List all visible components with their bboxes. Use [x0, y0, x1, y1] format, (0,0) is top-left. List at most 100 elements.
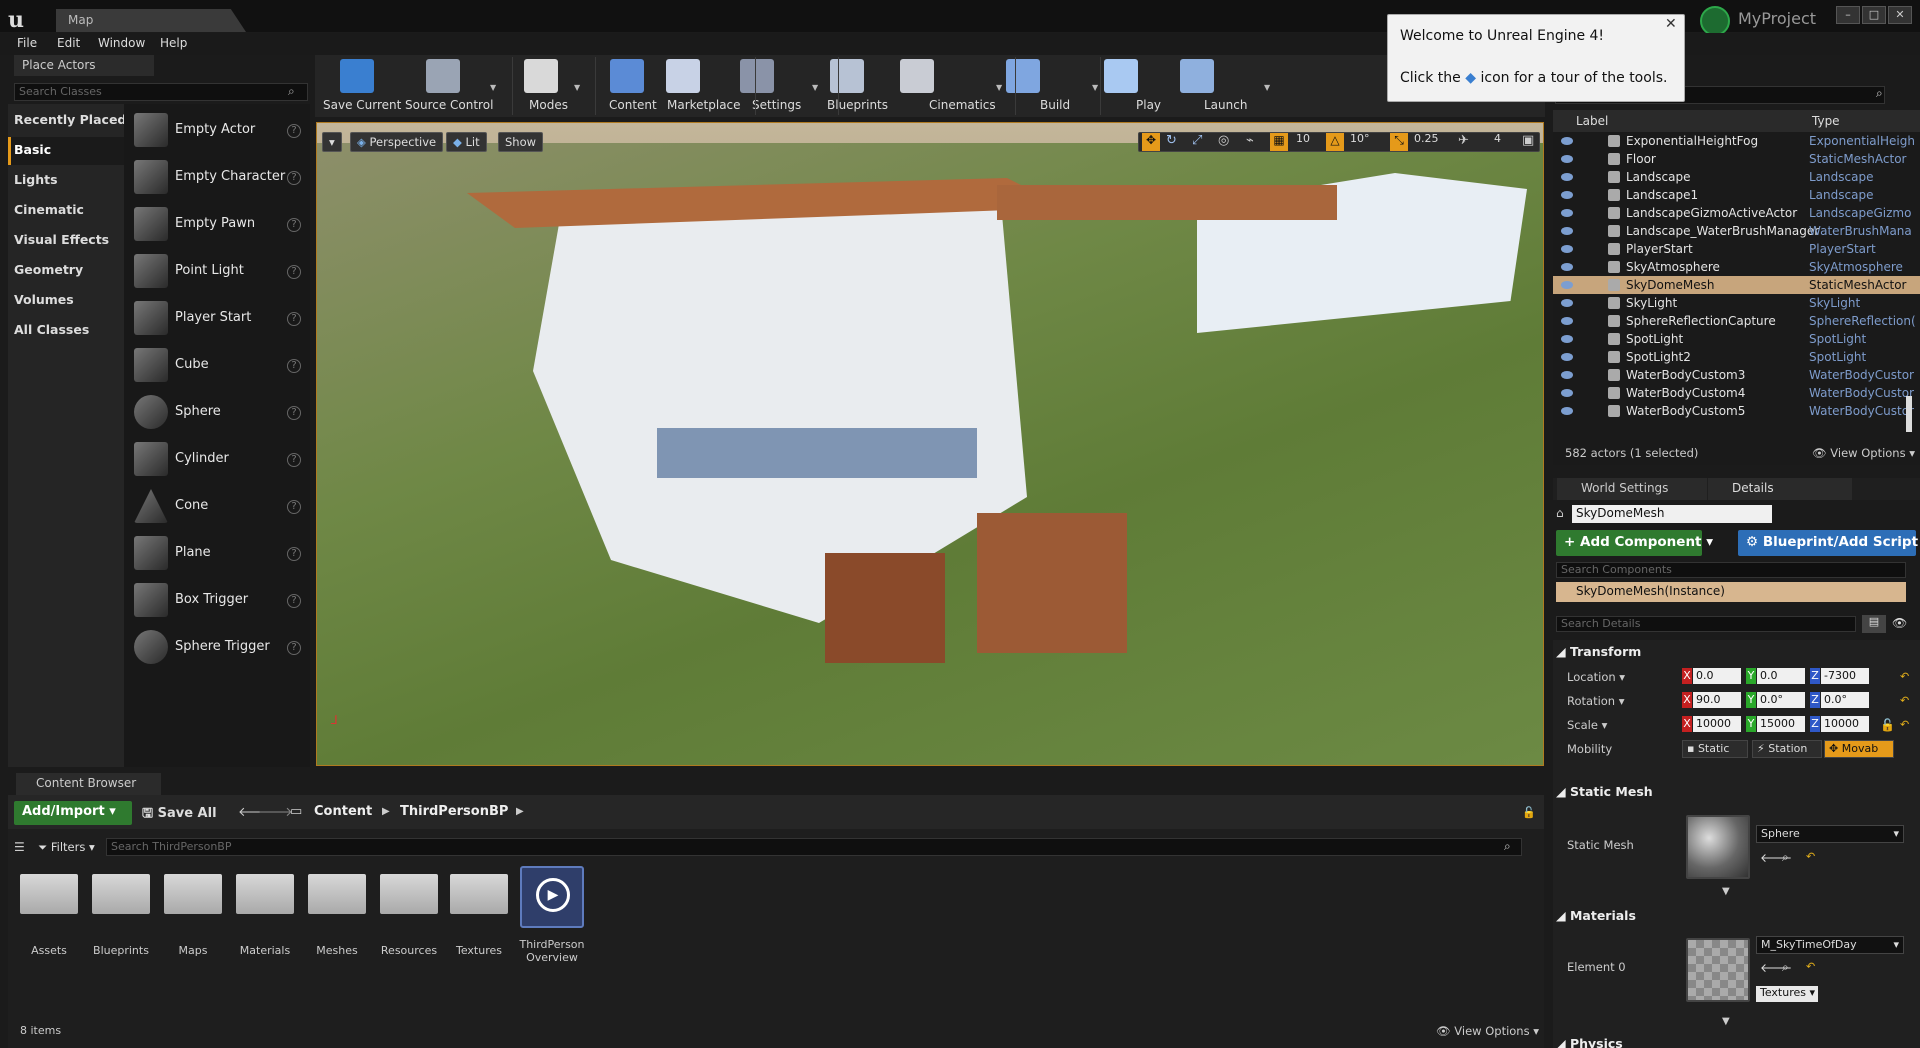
eye-icon[interactable]: [1561, 263, 1573, 271]
scale-y-input[interactable]: 15000: [1757, 716, 1805, 732]
actor-plane[interactable]: Plane: [175, 545, 211, 560]
content-view-options[interactable]: 👁 View Options ▾: [1436, 1024, 1539, 1038]
cinematics-icon[interactable]: [900, 59, 934, 93]
actor-point-light[interactable]: Point Light: [175, 263, 244, 278]
launch-button[interactable]: Launch: [1204, 98, 1247, 112]
help-icon[interactable]: ?: [287, 594, 301, 608]
settings-button[interactable]: Settings: [752, 98, 801, 112]
level-viewport[interactable]: ⅃: [316, 122, 1544, 766]
folder-icon[interactable]: [450, 874, 508, 914]
material-dropdown[interactable]: M_SkyTimeOfDay ▾: [1756, 936, 1904, 954]
eye-icon[interactable]: [1561, 191, 1573, 199]
folder-icon[interactable]: [236, 874, 294, 914]
outliner-view-options[interactable]: 👁 View Options ▾: [1812, 446, 1915, 460]
source-control-button[interactable]: Source Control: [405, 98, 493, 112]
actor-cone[interactable]: Cone: [175, 498, 208, 513]
folder-icon[interactable]: [380, 874, 438, 914]
menu-file[interactable]: File: [17, 36, 37, 50]
reset-icon[interactable]: ↶: [1900, 718, 1909, 731]
close-window-button[interactable]: ✕: [1888, 6, 1912, 24]
location-label[interactable]: Location ▾: [1567, 670, 1625, 684]
mobility-movable[interactable]: ✥ Movab: [1824, 740, 1894, 758]
materials-section[interactable]: ◢ Materials: [1556, 908, 1636, 923]
modes-dropdown-icon[interactable]: ▼: [574, 83, 580, 92]
location-z-input[interactable]: -7300: [1821, 668, 1869, 684]
sphere-thumbnail[interactable]: [1686, 815, 1750, 879]
folder-icon[interactable]: [164, 874, 222, 914]
actor-sphere[interactable]: Sphere: [175, 404, 221, 419]
location-y-input[interactable]: 0.0: [1757, 668, 1805, 684]
lock-icon[interactable]: 🔓: [1880, 718, 1895, 732]
actor-empty-actor[interactable]: Empty Actor: [175, 122, 255, 137]
rotation-snap-value[interactable]: 10°: [1350, 132, 1370, 145]
property-matrix-icon[interactable]: ▤: [1862, 615, 1886, 633]
eye-icon[interactable]: 👁: [1892, 616, 1907, 630]
actor-cylinder[interactable]: Cylinder: [175, 451, 229, 466]
search-classes-input[interactable]: Search Classes: [14, 83, 308, 101]
eye-icon[interactable]: [1561, 335, 1573, 343]
breadcrumb-thirdpersonbp[interactable]: ThirdPersonBP: [400, 804, 508, 819]
viewport-options-button[interactable]: ▾: [322, 132, 342, 152]
actor-box-trigger[interactable]: Box Trigger: [175, 592, 248, 607]
location-x-input[interactable]: 0.0: [1693, 668, 1741, 684]
reset-icon[interactable]: ↶: [1900, 670, 1909, 683]
rotation-snap-icon[interactable]: △: [1326, 133, 1344, 151]
menu-help[interactable]: Help: [160, 36, 187, 50]
mobility-stationary[interactable]: ⚡ Station: [1752, 740, 1822, 758]
content-button[interactable]: Content: [609, 98, 657, 112]
save-all-button[interactable]: 🖫 Save All: [142, 804, 217, 826]
build-icon[interactable]: [1006, 59, 1040, 93]
component-instance-row[interactable]: SkyDomeMesh(Instance): [1556, 582, 1906, 602]
folder-resources[interactable]: Resources: [373, 944, 445, 957]
settings-icon[interactable]: [740, 59, 774, 93]
rotation-label[interactable]: Rotation ▾: [1567, 694, 1625, 708]
settings-dropdown-icon[interactable]: ▼: [812, 83, 818, 92]
help-icon[interactable]: ?: [287, 312, 301, 326]
folder-materials[interactable]: Materials: [229, 944, 301, 957]
translate-icon[interactable]: ✥: [1142, 133, 1160, 151]
world-local-icon[interactable]: ◎: [1218, 133, 1229, 148]
folder-maps[interactable]: Maps: [157, 944, 229, 957]
marketplace-button[interactable]: Marketplace: [667, 98, 741, 112]
camera-speed-icon[interactable]: ✈: [1458, 133, 1469, 148]
folder-icon[interactable]: [20, 874, 78, 914]
category-cinematic[interactable]: Cinematic: [14, 202, 84, 217]
help-icon[interactable]: ?: [287, 218, 301, 232]
rotation-x-input[interactable]: 90.0: [1693, 692, 1741, 708]
help-icon[interactable]: ?: [287, 265, 301, 279]
place-actors-tab[interactable]: Place Actors: [14, 55, 154, 76]
help-icon[interactable]: ?: [287, 641, 301, 655]
save-current-icon[interactable]: [340, 59, 374, 93]
eye-icon[interactable]: [1561, 137, 1573, 145]
blueprints-icon[interactable]: [830, 59, 864, 93]
eye-icon[interactable]: [1561, 209, 1573, 217]
category-visual-effects[interactable]: Visual Effects: [14, 232, 109, 247]
folder-meshes[interactable]: Meshes: [301, 944, 373, 957]
help-icon[interactable]: ?: [287, 547, 301, 561]
camera-speed-value[interactable]: 4: [1494, 132, 1501, 145]
play-icon[interactable]: [1104, 59, 1138, 93]
eye-icon[interactable]: [1561, 407, 1573, 415]
modes-icon[interactable]: [524, 59, 558, 93]
filters-button[interactable]: ⏷ Filters ▾: [38, 840, 95, 855]
add-import-button[interactable]: Add/Import ▾: [14, 801, 132, 825]
eye-icon[interactable]: [1561, 353, 1573, 361]
category-basic[interactable]: Basic: [14, 142, 51, 157]
cinematics-dropdown-icon[interactable]: ▼: [996, 83, 1002, 92]
scale-icon[interactable]: ⤢: [1192, 133, 1202, 148]
eye-icon[interactable]: [1561, 281, 1573, 289]
category-volumes[interactable]: Volumes: [14, 292, 74, 307]
category-recently-placed[interactable]: Recently Placed: [14, 112, 126, 127]
outliner-row[interactable]: [1553, 420, 1920, 426]
launch-dropdown-icon[interactable]: ▼: [1264, 83, 1270, 92]
browse-icon[interactable]: ⌕: [1782, 850, 1789, 865]
actor-cube[interactable]: Cube: [175, 357, 209, 372]
content-search-input[interactable]: Search ThirdPersonBP: [106, 838, 1522, 856]
breadcrumb-content[interactable]: Content: [314, 804, 372, 819]
folder-blueprints[interactable]: Blueprints: [85, 944, 157, 957]
rotation-z-input[interactable]: 0.0°: [1821, 692, 1869, 708]
folder-icon[interactable]: [308, 874, 366, 914]
world-settings-tab[interactable]: World Settings: [1557, 478, 1707, 500]
eye-icon[interactable]: [1561, 317, 1573, 325]
thirdperson-overview-asset[interactable]: ▶: [520, 866, 584, 928]
